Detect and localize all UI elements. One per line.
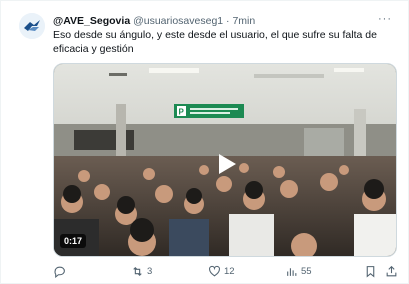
tweet-header: @AVE_Segovia @usuariosaveseg1 · 7min bbox=[53, 13, 388, 29]
avatar[interactable] bbox=[19, 13, 45, 39]
views-count: 55 bbox=[301, 265, 312, 277]
views-icon bbox=[287, 267, 297, 276]
bookmark-icon bbox=[366, 265, 375, 278]
retweet-count: 3 bbox=[147, 265, 153, 277]
video-duration: 0:17 bbox=[60, 234, 87, 248]
sign-label: P bbox=[179, 108, 185, 117]
action-bar: 3 12 55 bbox=[53, 263, 397, 279]
share-button[interactable] bbox=[385, 263, 398, 279]
views-button[interactable]: 55 bbox=[285, 263, 312, 279]
video-player[interactable]: P 0:17 bbox=[53, 63, 397, 257]
reply-button[interactable] bbox=[53, 263, 69, 279]
play-icon[interactable] bbox=[212, 150, 240, 178]
user-handle[interactable]: @usuariosaveseg1 bbox=[133, 15, 223, 27]
retweet-button[interactable]: 3 bbox=[131, 263, 152, 279]
tweet-card[interactable]: @AVE_Segovia @usuariosaveseg1 · 7min ···… bbox=[0, 0, 409, 284]
share-icon bbox=[386, 265, 397, 276]
bookmark-button[interactable] bbox=[364, 263, 377, 279]
like-count: 12 bbox=[224, 265, 235, 277]
display-name[interactable]: @AVE_Segovia bbox=[53, 15, 130, 27]
more-options-icon[interactable]: ··· bbox=[378, 14, 392, 26]
separator-dot: · bbox=[226, 15, 230, 27]
reply-icon bbox=[54, 266, 65, 278]
tweet-time[interactable]: 7min bbox=[232, 15, 255, 27]
tweet-text: Eso desde su ángulo, y este desde el usu… bbox=[53, 29, 377, 55]
ave-logo-icon bbox=[19, 13, 45, 39]
retweet-icon bbox=[133, 266, 142, 276]
like-button[interactable]: 12 bbox=[208, 263, 235, 279]
like-icon bbox=[209, 265, 220, 276]
